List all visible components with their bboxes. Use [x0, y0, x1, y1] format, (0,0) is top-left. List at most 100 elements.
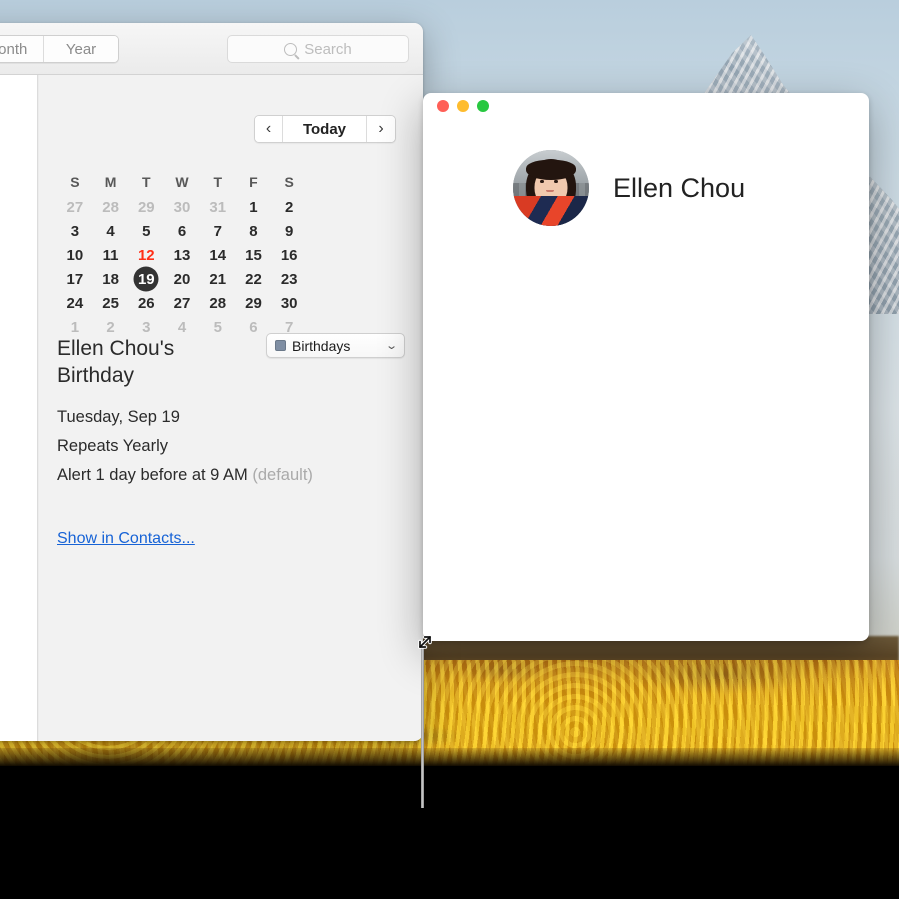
day-cell-22[interactable]: 22	[236, 267, 272, 291]
view-segment-month[interactable]: Month	[0, 36, 44, 62]
day-number: 27	[173, 294, 191, 312]
day-number: 5	[142, 222, 151, 240]
day-cell-29[interactable]: 29	[236, 291, 272, 315]
weekday-thu: T	[213, 174, 223, 190]
week-row: 10 11 12 13 14 15 16	[57, 243, 307, 267]
window-resize-guide	[421, 648, 424, 808]
day-number: 27	[66, 198, 84, 216]
contact-name: Ellen Chou	[613, 172, 746, 203]
day-number: 11	[102, 246, 119, 264]
date-navigation-group[interactable]: ‹ Today ›	[254, 115, 396, 143]
day-cell-25[interactable]: 25	[93, 291, 129, 315]
contact-header: Ellen Chou	[423, 139, 869, 237]
view-segmented-control[interactable]: eek Month Year	[0, 35, 119, 63]
day-number: 14	[209, 246, 227, 264]
view-segment-year[interactable]: Year	[44, 36, 118, 62]
day-number: 30	[280, 294, 298, 312]
day-cell-16[interactable]: 16	[271, 243, 307, 267]
day-cell-12[interactable]: 12	[128, 243, 164, 267]
day-cell-19[interactable]: 19	[128, 267, 164, 291]
day-cell-17[interactable]: 17	[57, 267, 93, 291]
today-button[interactable]: Today	[283, 116, 367, 142]
day-cell-1[interactable]: 1	[236, 195, 272, 219]
day-cell-7[interactable]: 7	[200, 219, 236, 243]
day-cell-23[interactable]: 23	[271, 267, 307, 291]
day-cell-15[interactable]: 15	[236, 243, 272, 267]
day-cell-6[interactable]: 6	[164, 219, 200, 243]
event-alert-text: Alert 1 day before at 9 AM	[57, 466, 248, 484]
day-cell-3[interactable]: 3	[57, 219, 93, 243]
day-cell-2[interactable]: 2	[271, 195, 307, 219]
event-alert-default: (default)	[252, 466, 313, 484]
event-title: Ellen Chou's Birthday	[57, 337, 175, 388]
day-cell-27[interactable]: 27	[57, 195, 93, 219]
week-row: 27 28 29 30 31 1 2	[57, 195, 307, 219]
day-cell-28[interactable]: 28	[93, 195, 129, 219]
day-cell-18[interactable]: 18	[93, 267, 129, 291]
day-cell-27[interactable]: 27	[164, 291, 200, 315]
previous-month-button[interactable]: ‹	[255, 116, 283, 142]
day-cell-30[interactable]: 30	[271, 291, 307, 315]
day-number: 22	[245, 270, 262, 288]
day-cell-21[interactable]: 21	[200, 267, 236, 291]
day-number: 25	[102, 294, 119, 312]
day-number: 29	[137, 198, 155, 216]
day-number: 12	[137, 246, 155, 264]
day-cell-5[interactable]: 5	[128, 219, 164, 243]
day-cell-10[interactable]: 10	[57, 243, 93, 267]
day-cell-24[interactable]: 24	[57, 291, 93, 315]
day-cell-13[interactable]: 13	[164, 243, 200, 267]
minimize-icon[interactable]	[457, 100, 469, 112]
day-number: 6	[249, 318, 258, 336]
day-cell-30[interactable]: 30	[164, 195, 200, 219]
search-icon	[284, 42, 298, 56]
day-number: 7	[213, 222, 222, 240]
day-number: 31	[209, 198, 227, 216]
day-number: 30	[173, 198, 191, 216]
day-cell-31[interactable]: 31	[200, 195, 236, 219]
day-cell-26[interactable]: 26	[128, 291, 164, 315]
day-number: 1	[249, 198, 258, 216]
day-number: 19	[137, 270, 155, 288]
calendar-toolbar: eek Month Year Search	[0, 23, 423, 75]
day-cell-8[interactable]: 8	[236, 219, 272, 243]
day-number: 28	[102, 198, 119, 216]
window-traffic-lights[interactable]	[437, 100, 489, 112]
day-number: 4	[177, 318, 187, 336]
weekday-tue: T	[142, 174, 151, 190]
calendar-select[interactable]: Birthdays ⌄	[266, 333, 405, 358]
calendar-window[interactable]: eek Month Year Search ‹ Today › S M T W …	[0, 23, 423, 741]
day-number: 29	[245, 294, 262, 312]
day-number: 2	[106, 318, 115, 336]
event-repeat: Repeats Yearly	[57, 437, 168, 455]
next-month-button[interactable]: ›	[367, 116, 395, 142]
contact-card-window[interactable]: Ellen Chou message call	[423, 93, 869, 641]
day-number: 28	[209, 294, 227, 312]
mini-month-grid[interactable]: S M T W T F S 27 28 29 30 31 1 2 3 4 5 6 7 8 9 10 11 12 1…	[57, 169, 307, 339]
weekday-wed: W	[175, 174, 189, 190]
zoom-icon[interactable]	[477, 100, 489, 112]
day-number: 18	[102, 270, 119, 288]
day-cell-29[interactable]: 29	[128, 195, 164, 219]
event-alert: Alert 1 day before at 9 AM (default)	[57, 466, 313, 485]
day-number: 3	[70, 222, 80, 240]
day-cell-20[interactable]: 20	[164, 267, 200, 291]
day-cell-9[interactable]: 9	[271, 219, 307, 243]
event-popover-panel: ‹ Today › S M T W T F S 27 28 29 30 31 1 2 3 4 5 6…	[39, 75, 423, 741]
weekday-sat: S	[284, 174, 294, 190]
weekday-fri: F	[249, 174, 258, 190]
week-row: 3 4 5 6 7 8 9	[57, 219, 307, 243]
day-number: 2	[285, 198, 294, 216]
day-number: 21	[209, 270, 227, 288]
day-number: 24	[66, 294, 84, 312]
search-input[interactable]: Search	[227, 35, 409, 63]
day-cell-28[interactable]: 28	[200, 291, 236, 315]
calendar-sidebar	[0, 75, 38, 741]
weekday-header-row: S M T W T F S	[57, 169, 307, 195]
day-number: 8	[249, 222, 258, 240]
show-in-contacts-link[interactable]: Show in Contacts...	[57, 530, 195, 548]
day-cell-4[interactable]: 4	[93, 219, 129, 243]
day-cell-11[interactable]: 11	[93, 243, 129, 267]
day-cell-14[interactable]: 14	[200, 243, 236, 267]
close-icon[interactable]	[437, 100, 449, 112]
